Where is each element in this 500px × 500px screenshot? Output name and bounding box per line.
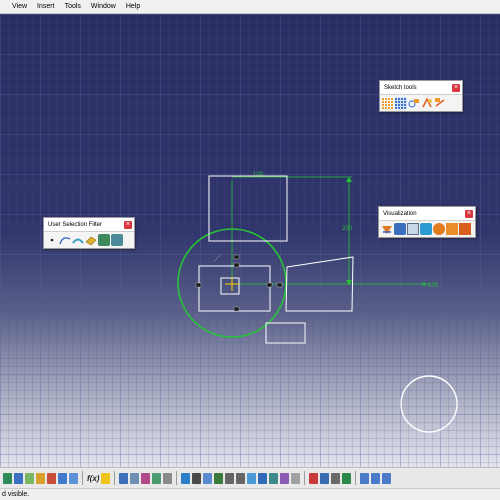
toolbar-separator xyxy=(114,471,116,485)
menu-view[interactable]: View xyxy=(2,0,32,14)
iso-view-icon[interactable] xyxy=(371,472,381,484)
constraint-marker-top xyxy=(233,262,240,268)
zoom-in-icon[interactable] xyxy=(225,472,235,484)
comment-icon[interactable] xyxy=(101,472,111,484)
menu-help[interactable]: Help xyxy=(121,0,145,14)
curve-filter-icon[interactable] xyxy=(59,234,71,246)
graphic-properties-icon[interactable] xyxy=(342,472,352,484)
knowledge-icon[interactable] xyxy=(141,472,151,484)
constraint-marker-right-2 xyxy=(276,282,283,288)
dimension-height-label[interactable]: 200 xyxy=(342,226,353,232)
hide-show-icon[interactable] xyxy=(280,472,290,484)
layer-icon[interactable] xyxy=(320,472,330,484)
catalog-icon[interactable] xyxy=(119,472,129,484)
shading-icon[interactable] xyxy=(269,472,279,484)
cut-part-by-sketch-plane-icon[interactable] xyxy=(381,223,393,235)
select-icon[interactable] xyxy=(3,472,12,484)
toolbar-separator xyxy=(176,471,178,485)
table-icon[interactable] xyxy=(130,472,140,484)
dimensional-constraint-icon[interactable] xyxy=(434,97,446,109)
toolbar-separator xyxy=(355,471,357,485)
sketch-tools-close-button[interactable]: × xyxy=(452,84,460,92)
visualization-close-button[interactable]: × xyxy=(465,210,473,218)
fly-mode-icon[interactable] xyxy=(181,472,191,484)
front-view-icon[interactable] xyxy=(382,472,392,484)
toolbar-separator xyxy=(304,471,306,485)
point-filter-icon[interactable] xyxy=(46,234,58,246)
status-text: d visible. xyxy=(2,491,30,498)
sketch-tools-title: Sketch tools xyxy=(384,85,417,91)
construction-element-icon[interactable] xyxy=(408,97,420,109)
dimension-radius-label[interactable]: R 100 xyxy=(422,283,439,289)
snap-to-point-icon[interactable] xyxy=(382,97,394,109)
surface-filter-icon[interactable] xyxy=(72,234,84,246)
redo-icon[interactable] xyxy=(69,472,78,484)
cut-icon[interactable] xyxy=(25,472,34,484)
undo-icon[interactable] xyxy=(58,472,67,484)
exit-workbench-icon[interactable] xyxy=(14,472,23,484)
geometry-filter-icon[interactable] xyxy=(111,234,123,246)
menu-insert[interactable]: Insert xyxy=(32,0,60,14)
feature-filter-icon[interactable] xyxy=(98,234,110,246)
properties-icon[interactable] xyxy=(331,472,341,484)
menu-bar: View Insert Tools Window Help xyxy=(0,0,500,14)
toolbar-separator xyxy=(82,471,83,485)
visualization-toolbar: Visualization × xyxy=(378,206,476,238)
user-selection-filter-toolbar: User Selection Filter × xyxy=(43,217,135,249)
visualization-mode-icon[interactable] xyxy=(420,223,432,235)
constraint-marker-right xyxy=(266,282,273,288)
analysis-icon[interactable] xyxy=(309,472,319,484)
quick-view-icon[interactable] xyxy=(258,472,268,484)
menu-window[interactable]: Window xyxy=(86,0,121,14)
status-bar: d visible. xyxy=(0,488,500,500)
dimension-width-label[interactable]: 100 xyxy=(253,172,264,178)
dimension-display-icon[interactable] xyxy=(446,223,458,235)
constraint-marker-bottom xyxy=(233,306,240,312)
normal-view-icon[interactable] xyxy=(247,472,257,484)
pan-icon[interactable] xyxy=(203,472,213,484)
apply-material-icon[interactable] xyxy=(163,472,173,484)
geometrical-constraint-icon[interactable] xyxy=(421,97,433,109)
constraint-marker-axis xyxy=(233,254,240,260)
diagnosis-icon[interactable] xyxy=(394,223,406,235)
zoom-out-icon[interactable] xyxy=(236,472,246,484)
fit-all-icon[interactable] xyxy=(192,472,202,484)
copy-icon[interactable] xyxy=(36,472,45,484)
sketch-tools-toolbar: Sketch tools × xyxy=(379,80,463,112)
standard-view-icon[interactable] xyxy=(360,472,370,484)
sketch-viewport[interactable]: 100 200 R 100 Sketch tools × User Select… xyxy=(0,14,500,467)
user-selection-filter-title: User Selection Filter xyxy=(48,222,103,228)
grid-icon[interactable] xyxy=(395,97,407,109)
rotate-icon[interactable] xyxy=(214,472,224,484)
paste-icon[interactable] xyxy=(47,472,56,484)
sketch-display-icon[interactable] xyxy=(433,223,445,235)
user-selection-filter-close-button[interactable]: × xyxy=(124,221,132,229)
measure-icon[interactable] xyxy=(152,472,162,484)
menu-tools[interactable]: Tools xyxy=(60,0,86,14)
constraint-display-icon[interactable] xyxy=(459,223,471,235)
volume-filter-icon[interactable] xyxy=(85,234,97,246)
bottom-toolbar: f(x) xyxy=(0,467,500,488)
visualization-title: Visualization xyxy=(383,211,417,217)
pick-icon[interactable] xyxy=(407,223,419,235)
formula-button[interactable]: f(x) xyxy=(87,474,99,483)
constraint-marker-left xyxy=(195,282,202,288)
swap-visible-space-icon[interactable] xyxy=(291,472,301,484)
